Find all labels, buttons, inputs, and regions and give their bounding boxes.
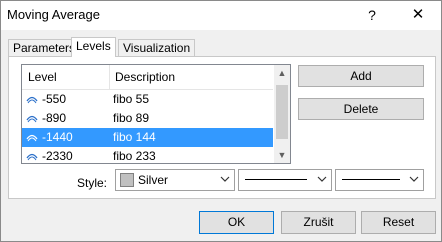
chevron-down-icon — [317, 176, 327, 182]
list-header: Level Description — [22, 65, 273, 90]
close-button[interactable]: ✕ — [405, 4, 431, 26]
level-row[interactable]: -890 fibo 89 — [22, 109, 273, 128]
color-select[interactable]: Silver — [115, 169, 235, 191]
reset-button[interactable]: Reset — [361, 211, 436, 234]
level-line-icon — [26, 153, 38, 161]
level-description: fibo 144 — [113, 130, 156, 144]
color-name: Silver — [138, 173, 169, 187]
level-line-icon — [26, 96, 38, 104]
line-width-sample — [342, 179, 400, 180]
chevron-down-icon — [220, 176, 230, 182]
add-button[interactable]: Add — [298, 65, 424, 87]
levels-list[interactable]: Level Description -550 fibo 55 -890 fibo… — [21, 64, 291, 164]
column-separator[interactable] — [109, 65, 110, 89]
title-bar: Moving Average ? ✕ — [1, 1, 441, 30]
moving-average-dialog: Moving Average ? ✕ Parameters Levels Vis… — [0, 0, 442, 242]
style-label: Style: — [77, 176, 108, 190]
line-style-sample — [245, 179, 307, 180]
scrollbar-thumb[interactable] — [276, 85, 288, 139]
delete-button[interactable]: Delete — [298, 98, 424, 120]
levels-panel: Level Description -550 fibo 55 -890 fibo… — [8, 56, 436, 199]
level-description: fibo 233 — [113, 149, 156, 163]
level-value: -890 — [42, 111, 67, 125]
cancel-button[interactable]: Zrušit — [281, 211, 356, 234]
level-value: -1440 — [42, 130, 73, 144]
scroll-down-icon[interactable]: ▼ — [274, 147, 290, 163]
window-title: Moving Average — [7, 7, 100, 22]
level-row[interactable]: -2330 fibo 233 — [22, 147, 273, 163]
ok-button[interactable]: OK — [199, 211, 274, 234]
line-style-select[interactable] — [238, 169, 332, 191]
column-header-level[interactable]: Level — [28, 70, 57, 84]
column-header-description[interactable]: Description — [115, 70, 175, 84]
vertical-scrollbar[interactable]: ▲ ▼ — [274, 65, 290, 163]
level-description: fibo 89 — [113, 111, 150, 125]
help-button[interactable]: ? — [359, 4, 385, 26]
level-row-selected[interactable]: -1440 fibo 144 — [22, 128, 273, 147]
line-width-select[interactable] — [335, 169, 424, 191]
level-row[interactable]: -550 fibo 55 — [22, 90, 273, 109]
color-swatch — [120, 173, 134, 187]
tab-levels[interactable]: Levels — [71, 37, 116, 57]
scroll-up-icon[interactable]: ▲ — [274, 65, 290, 81]
tab-visualization[interactable]: Visualization — [118, 39, 196, 56]
level-value: -2330 — [42, 149, 73, 163]
level-value: -550 — [42, 92, 67, 106]
level-description: fibo 55 — [113, 92, 150, 106]
chevron-down-icon — [409, 176, 419, 182]
level-line-icon — [26, 115, 38, 123]
tab-parameters[interactable]: Parameters — [8, 39, 81, 56]
level-line-icon — [26, 134, 38, 142]
